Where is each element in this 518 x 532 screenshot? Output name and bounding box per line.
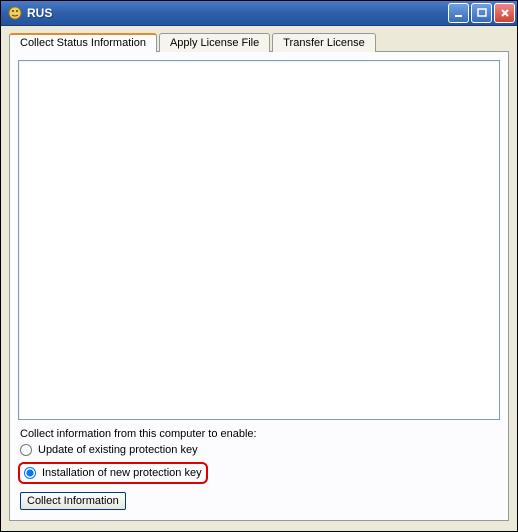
tab-transfer-license[interactable]: Transfer License bbox=[272, 33, 376, 52]
radio-install[interactable] bbox=[24, 467, 36, 479]
tab-panel: Collect information from this computer t… bbox=[9, 51, 509, 521]
close-button[interactable] bbox=[494, 3, 515, 23]
app-icon bbox=[7, 5, 23, 21]
highlight-annotation: Installation of new protection key bbox=[18, 462, 208, 484]
radio-install-label[interactable]: Installation of new protection key bbox=[42, 467, 202, 479]
tab-row: Collect Status Information Apply License… bbox=[9, 32, 509, 51]
option-install-row[interactable]: Installation of new protection key bbox=[24, 467, 202, 479]
option-update-row[interactable]: Update of existing protection key bbox=[20, 444, 498, 456]
window-title: RUS bbox=[27, 6, 448, 20]
minimize-button[interactable] bbox=[448, 3, 469, 23]
title-bar: RUS bbox=[1, 1, 517, 26]
maximize-button[interactable] bbox=[471, 3, 492, 23]
collect-information-button[interactable]: Collect Information bbox=[20, 492, 126, 510]
tab-collect-status[interactable]: Collect Status Information bbox=[9, 33, 157, 52]
tab-apply-license[interactable]: Apply License File bbox=[159, 33, 270, 52]
client-area: Collect Status Information Apply License… bbox=[1, 26, 517, 531]
radio-update-label[interactable]: Update of existing protection key bbox=[38, 444, 198, 456]
status-output-box[interactable] bbox=[18, 60, 500, 420]
window-controls bbox=[448, 3, 515, 23]
collect-prompt: Collect information from this computer t… bbox=[18, 428, 500, 440]
radio-update[interactable] bbox=[20, 444, 32, 456]
